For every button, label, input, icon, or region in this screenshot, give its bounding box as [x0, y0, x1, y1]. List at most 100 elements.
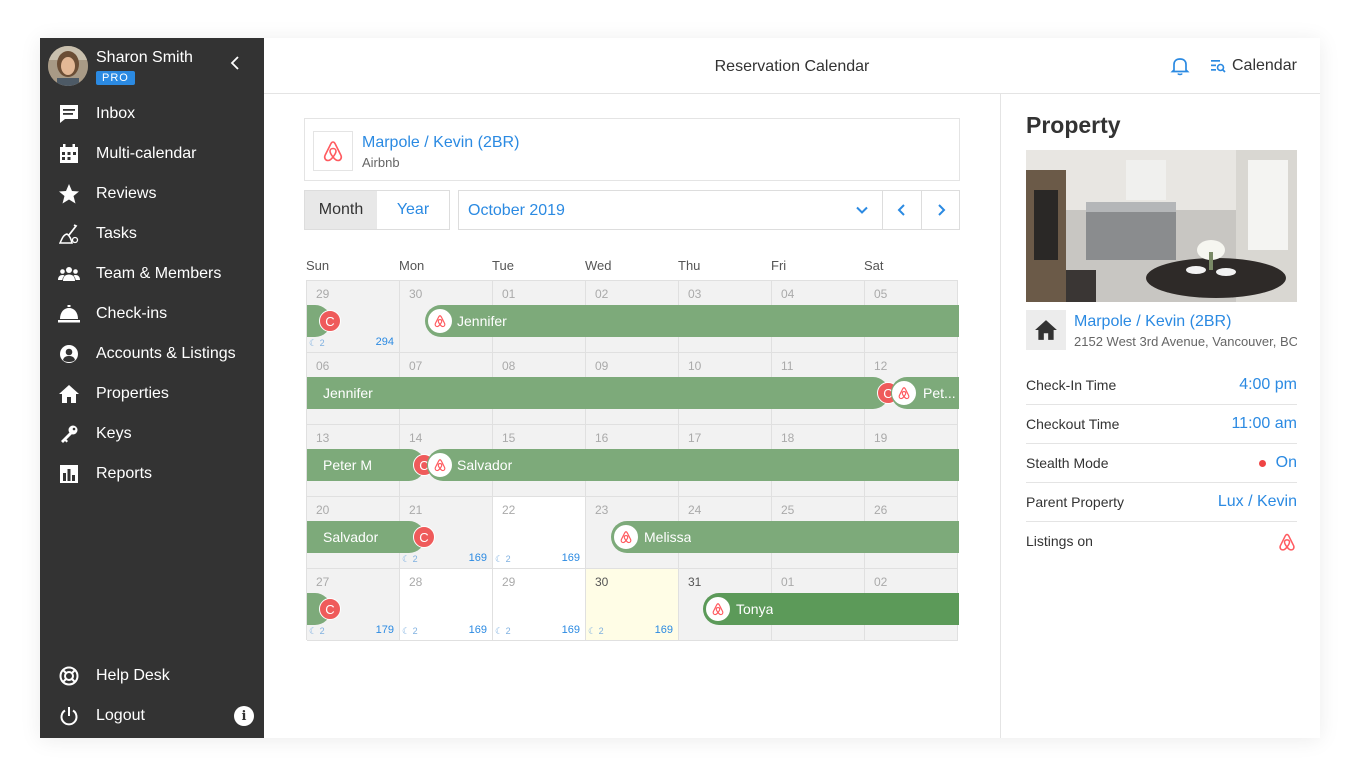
sidebar-item-check-ins[interactable]: Check-ins — [40, 294, 264, 334]
detail-label: Checkout Time — [1026, 416, 1120, 432]
key-icon — [58, 423, 80, 445]
sidebar-item-accounts-listings[interactable]: Accounts & Listings — [40, 334, 264, 374]
cancel-badge[interactable]: C — [319, 310, 341, 332]
sidebar-item-label: Reviews — [96, 185, 157, 202]
checkout-time-value[interactable]: 11:00 am — [1231, 415, 1297, 433]
listing-card: Marpole / Kevin (2BR) Airbnb — [304, 118, 960, 181]
prev-month-button[interactable] — [882, 191, 921, 229]
detail-label: Listings on — [1026, 533, 1093, 549]
booking-bar-jennifer[interactable]: Jennifer — [307, 377, 889, 409]
day-price: 169 — [468, 552, 487, 564]
sidebar-item-logout[interactable]: Logout i — [40, 696, 264, 736]
month-view-button[interactable]: Month — [305, 191, 377, 229]
broom-icon — [58, 223, 80, 245]
reports-icon — [58, 463, 80, 485]
day-number: 09 — [595, 359, 609, 373]
day-number: 13 — [316, 431, 330, 445]
month-selector[interactable]: October 2019 — [458, 190, 960, 230]
sidebar-item-label: Team & Members — [96, 265, 222, 282]
min-nights: ☾ 2 — [402, 554, 418, 564]
booking-bar-jennifer[interactable]: Jennifer — [425, 305, 959, 337]
airbnb-icon[interactable] — [1277, 532, 1297, 552]
min-nights: ☾ 2 — [495, 554, 511, 564]
day-price: 169 — [561, 624, 580, 636]
info-icon[interactable]: i — [234, 706, 254, 726]
check-in-time-value[interactable]: 4:00 pm — [1239, 376, 1297, 394]
star-icon — [58, 183, 80, 205]
calendar-grid: 29 ☾ 2 294 30 01 02 03 04 05 06 07 08 09 1… — [306, 280, 959, 641]
day-price: 294 — [375, 336, 394, 348]
calendar-view-link[interactable]: Calendar — [1210, 57, 1297, 75]
account-icon — [58, 343, 80, 365]
day-number: 19 — [874, 431, 888, 445]
parent-property-link[interactable]: Lux / Kevin — [1218, 493, 1297, 511]
property-photo — [1026, 150, 1297, 302]
year-view-button[interactable]: Year — [377, 191, 449, 229]
detail-label: Check-In Time — [1026, 377, 1117, 393]
inbox-icon — [58, 103, 80, 125]
cancel-badge[interactable]: C — [413, 526, 435, 548]
sidebar-item-help-desk[interactable]: Help Desk — [40, 656, 264, 696]
notifications-button[interactable] — [1170, 56, 1190, 76]
detail-label: Stealth Mode — [1026, 455, 1109, 471]
property-name-link[interactable]: Marpole / Kevin (2BR) — [1074, 313, 1231, 331]
booking-bar-peter[interactable]: Peter M — [307, 449, 425, 481]
home-icon — [58, 383, 80, 405]
calendar-icon — [58, 143, 80, 165]
booking-bar-salvador[interactable]: Salvador — [427, 449, 959, 481]
min-nights: ☾ 2 — [402, 626, 418, 636]
sidebar-item-label: Check-ins — [96, 305, 168, 322]
sidebar-item-label: Keys — [96, 425, 132, 442]
day-number: 14 — [409, 431, 423, 445]
day-number: 26 — [874, 503, 888, 517]
month-select-value: October 2019 — [468, 202, 565, 219]
sidebar-item-multi-calendar[interactable]: Multi-calendar — [40, 134, 264, 174]
sidebar-item-inbox[interactable]: Inbox — [40, 94, 264, 134]
next-month-button[interactable] — [921, 191, 960, 229]
day-number: 01 — [781, 575, 795, 589]
calendar-day[interactable]: 22 ☾ 2 169 — [493, 497, 586, 569]
min-nights: ☾ 2 — [495, 626, 511, 636]
weekday-label: Sun — [306, 258, 330, 273]
booking-bar-melissa[interactable]: Melissa — [611, 521, 959, 553]
airbnb-icon — [427, 308, 453, 334]
day-number: 23 — [595, 503, 609, 517]
sidebar-item-label: Properties — [96, 385, 169, 402]
calendar-day[interactable]: 28 ☾ 2 169 — [400, 569, 493, 641]
weekday-label: Sat — [864, 258, 884, 273]
sidebar-item-reports[interactable]: Reports — [40, 454, 264, 494]
weekday-header: Sun Mon Tue Wed Thu Fri Sat — [306, 258, 958, 278]
day-number: 12 — [874, 359, 888, 373]
day-price: 169 — [654, 624, 673, 636]
collapse-sidebar-button[interactable] — [226, 53, 246, 73]
cancel-badge[interactable]: C — [319, 598, 341, 620]
lifebuoy-icon — [58, 665, 80, 687]
calendar-day-today[interactable]: 30 ☾ 2 169 — [586, 569, 679, 641]
sidebar-item-properties[interactable]: Properties — [40, 374, 264, 414]
booking-bar-salvador[interactable]: Salvador — [307, 521, 425, 553]
day-number: 06 — [316, 359, 330, 373]
airbnb-icon — [427, 452, 453, 478]
stealth-mode-toggle[interactable]: On — [1258, 454, 1297, 472]
calendar-main: Marpole / Kevin (2BR) Airbnb Month Year … — [264, 94, 1000, 738]
weekday-label: Thu — [678, 258, 701, 273]
sidebar-item-team-members[interactable]: Team & Members — [40, 254, 264, 294]
sidebar-item-label: Logout — [96, 707, 145, 724]
calendar-day[interactable]: 29 ☾ 2 169 — [493, 569, 586, 641]
sidebar-nav-bottom: Help Desk Logout i — [40, 656, 264, 736]
sidebar-item-reviews[interactable]: Reviews — [40, 174, 264, 214]
airbnb-icon — [705, 596, 731, 622]
sidebar-item-tasks[interactable]: Tasks — [40, 214, 264, 254]
day-number: 29 — [502, 575, 516, 589]
day-number: 27 — [316, 575, 330, 589]
chevron-right-icon — [938, 204, 946, 216]
day-number: 31 — [688, 575, 702, 589]
day-number: 29 — [316, 287, 330, 301]
calendar-search-icon — [1211, 60, 1226, 73]
listing-name-link[interactable]: Marpole / Kevin (2BR) — [362, 134, 519, 152]
avatar — [48, 46, 88, 86]
detail-label: Parent Property — [1026, 494, 1125, 510]
sidebar-item-keys[interactable]: Keys — [40, 414, 264, 454]
day-number: 02 — [874, 575, 888, 589]
booking-bar-tonya[interactable]: Tonya — [703, 593, 959, 625]
